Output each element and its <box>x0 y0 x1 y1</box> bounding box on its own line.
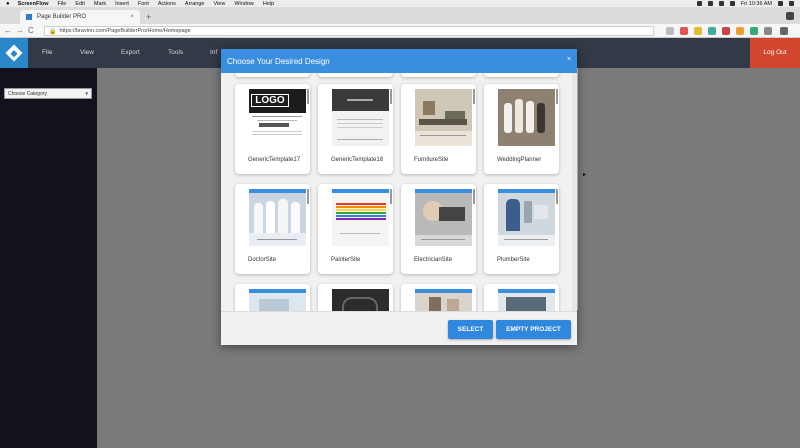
category-select[interactable]: Choose Category ▾ <box>4 88 92 99</box>
template-card[interactable]: ElectricianSite <box>401 184 476 274</box>
chevron-down-icon: ▾ <box>85 90 88 97</box>
extension-icon[interactable] <box>694 27 702 35</box>
template-name: PlumberSite <box>497 257 530 263</box>
modal-header: Choose Your Desired Design × <box>221 49 577 73</box>
template-thumbnail <box>498 89 555 146</box>
browser-addressbar: ← → C 🔒 https://bravinn.com/PageBuilderP… <box>0 24 800 38</box>
menu-export[interactable]: Export <box>121 38 140 68</box>
modal-footer: SELECT EMPTY PROJECT <box>221 311 577 345</box>
list-icon[interactable] <box>789 1 794 6</box>
template-thumbnail <box>498 189 555 246</box>
template-thumbnail <box>249 189 306 246</box>
template-card[interactable]: GenericTemplate18 <box>318 84 393 174</box>
category-select-value: Choose Category <box>8 90 47 97</box>
template-card-partial[interactable] <box>235 73 310 77</box>
menu-icon[interactable] <box>780 27 788 35</box>
menubar-view[interactable]: View <box>214 1 226 7</box>
template-thumbnail <box>415 89 472 146</box>
menubar-arrange[interactable]: Arrange <box>185 1 205 7</box>
sidebar: Choose Category ▾ <box>0 68 97 448</box>
diamond-logo-icon <box>5 44 23 62</box>
template-card-partial[interactable] <box>318 284 393 311</box>
menubar-clock[interactable]: Fri 10:36 AM <box>741 1 772 7</box>
template-thumbnail <box>332 189 389 246</box>
reload-icon[interactable]: C <box>28 26 34 35</box>
extension-icon[interactable] <box>750 27 758 35</box>
menubar-help[interactable]: Help <box>263 1 274 7</box>
modal-title: Choose Your Desired Design <box>227 56 330 66</box>
template-card-partial[interactable] <box>235 284 310 311</box>
forward-icon[interactable]: → <box>16 26 24 35</box>
apple-icon[interactable]: ● <box>6 1 10 7</box>
profile-icon[interactable] <box>786 12 794 20</box>
status-icon[interactable] <box>696 1 702 6</box>
url-bar[interactable]: 🔒 https://bravinn.com/PageBuilderPro/Hom… <box>44 26 654 36</box>
template-card-partial[interactable] <box>401 284 476 311</box>
mac-menubar: ● ScreenFlow File Edit Mark Insert Font … <box>0 0 800 7</box>
template-name: GenericTemplate18 <box>331 157 384 163</box>
template-name: FurnitureSite <box>414 157 449 163</box>
template-card[interactable]: WeddingPlanner <box>484 84 559 174</box>
menu-view[interactable]: View <box>80 38 94 68</box>
template-name: WeddingPlanner <box>497 157 542 163</box>
template-thumbnail <box>415 189 472 246</box>
menubar-actions[interactable]: Actions <box>158 1 176 7</box>
extension-icon[interactable] <box>680 27 688 35</box>
empty-project-button[interactable]: EMPTY PROJECT <box>496 320 571 339</box>
back-icon[interactable]: ← <box>4 26 12 35</box>
template-name: PainterSite <box>331 257 361 263</box>
logo-placeholder: LOGO <box>251 94 289 107</box>
extension-icon[interactable] <box>666 27 674 35</box>
template-card[interactable]: FurnitureSite <box>401 84 476 174</box>
close-icon[interactable]: × <box>567 56 571 63</box>
extension-icon[interactable] <box>764 27 772 35</box>
template-card-partial[interactable] <box>484 284 559 311</box>
design-chooser-modal: Choose Your Desired Design × LOGO Generi… <box>221 49 577 345</box>
status-icon[interactable] <box>707 1 713 6</box>
menubar-file[interactable]: File <box>58 1 67 7</box>
template-card-partial[interactable] <box>484 73 559 77</box>
extension-icon[interactable] <box>708 27 716 35</box>
template-thumbnail: LOGO <box>249 89 306 146</box>
menubar-insert[interactable]: Insert <box>115 1 129 7</box>
browser-tab[interactable]: Page Builder PRO × <box>20 10 140 24</box>
battery-icon[interactable] <box>729 1 735 6</box>
menubar-mark[interactable]: Mark <box>94 1 106 7</box>
template-card[interactable]: PlumberSite <box>484 184 559 274</box>
template-name: ElectricianSite <box>414 257 453 263</box>
menubar-app-name[interactable]: ScreenFlow <box>18 1 49 7</box>
menu-info[interactable]: Inf <box>210 38 217 68</box>
template-card[interactable]: LOGO GenericTemplate17 <box>235 84 310 174</box>
wifi-icon[interactable] <box>718 1 724 6</box>
logout-button[interactable]: Log Out <box>750 38 800 68</box>
menubar-font[interactable]: Font <box>138 1 149 7</box>
menubar-window[interactable]: Window <box>234 1 254 7</box>
url-text: https://bravinn.com/PageBuilderPro/Home/… <box>59 28 191 34</box>
modal-scrollbar[interactable] <box>572 73 577 311</box>
new-tab-button[interactable]: + <box>146 12 151 22</box>
template-thumbnail <box>332 89 389 146</box>
search-icon[interactable] <box>778 1 783 6</box>
menubar-edit[interactable]: Edit <box>75 1 84 7</box>
select-button[interactable]: SELECT <box>448 320 493 339</box>
menu-tools[interactable]: Tools <box>168 38 183 68</box>
template-card[interactable]: DoctorSite <box>235 184 310 274</box>
tab-title: Page Builder PRO <box>37 14 87 20</box>
cursor-icon: ▸ <box>583 172 587 178</box>
extension-icon[interactable] <box>722 27 730 35</box>
lock-icon: 🔒 <box>49 28 57 35</box>
template-card-partial[interactable] <box>401 73 476 77</box>
favicon-icon <box>26 14 32 20</box>
extension-icon[interactable] <box>736 27 744 35</box>
menu-file[interactable]: File <box>42 38 52 68</box>
template-card-partial[interactable] <box>318 73 393 77</box>
template-name: DoctorSite <box>248 257 277 263</box>
browser-tabstrip: Page Builder PRO × + <box>0 7 800 24</box>
app-logo[interactable] <box>0 38 28 68</box>
template-grid[interactable]: LOGO GenericTemplate17 GenericTemplate18 <box>221 73 577 311</box>
tab-close-icon[interactable]: × <box>130 14 134 20</box>
template-name: GenericTemplate17 <box>248 157 301 163</box>
template-card[interactable]: PainterSite <box>318 184 393 274</box>
